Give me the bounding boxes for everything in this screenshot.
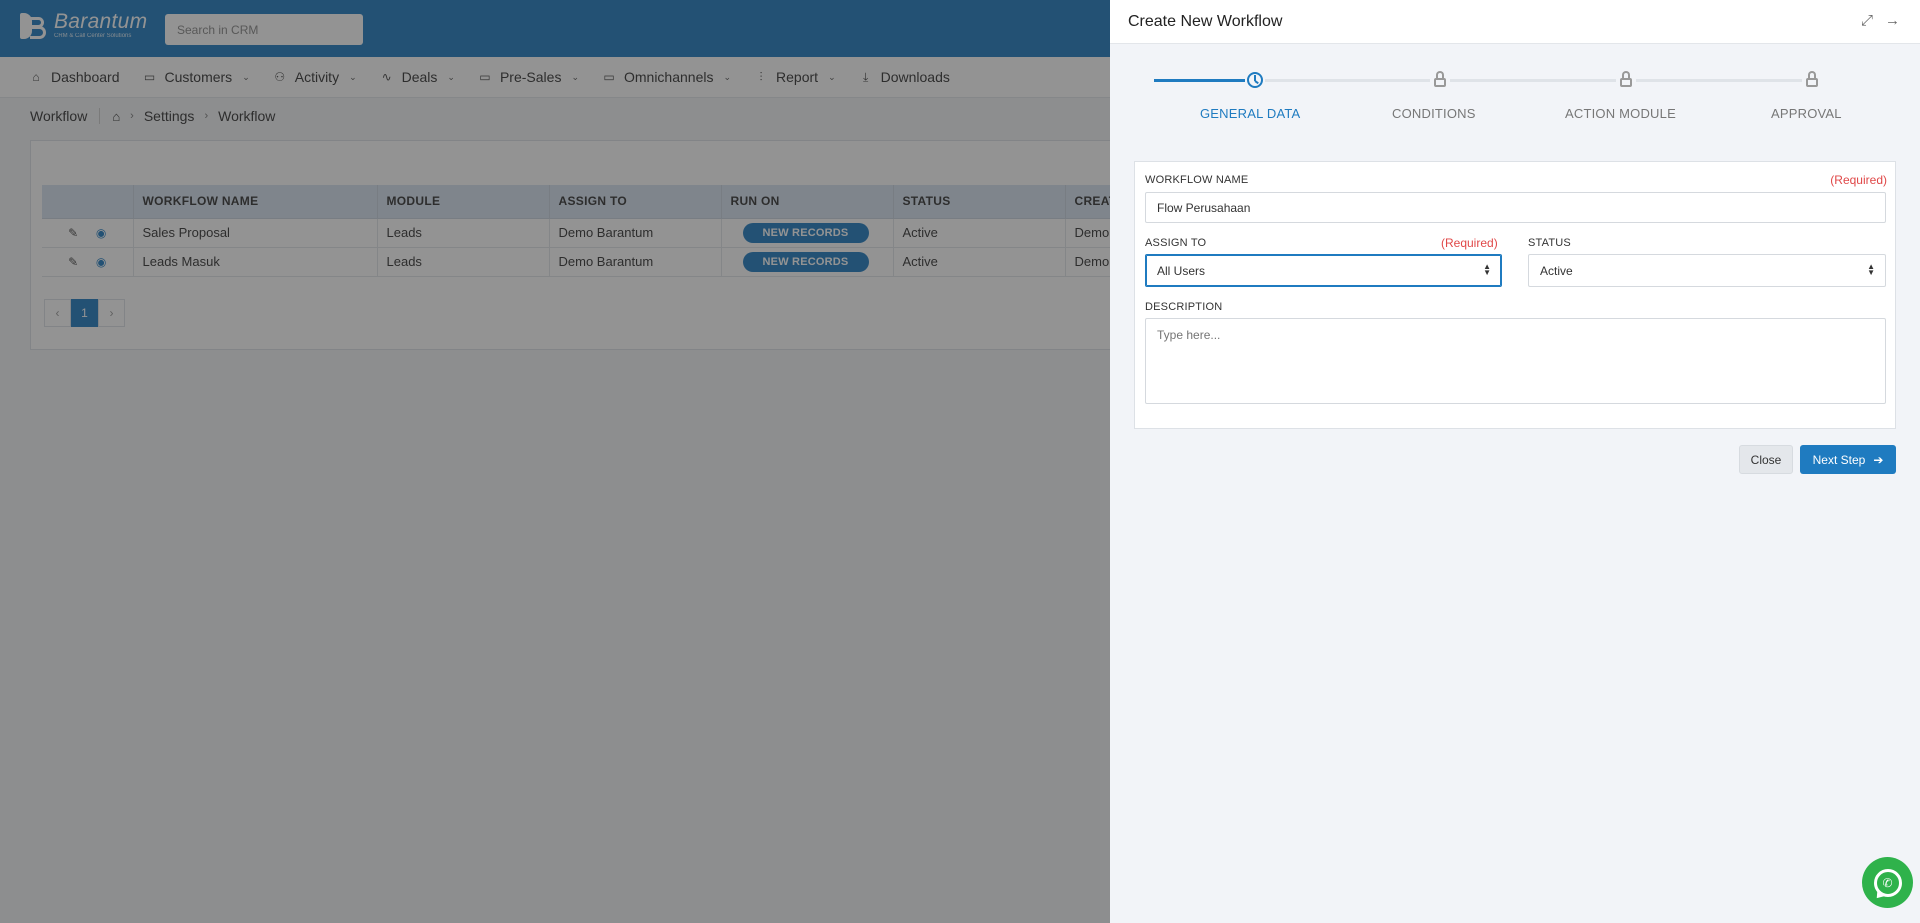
close-button[interactable]: Close — [1739, 445, 1793, 474]
step-general-data[interactable]: GENERAL DATA — [1200, 106, 1300, 121]
workflow-name-label: WORKFLOW NAME — [1145, 174, 1249, 186]
step-action-module: ACTION MODULE — [1565, 106, 1676, 121]
drawer-title: Create New Workflow — [1128, 12, 1283, 30]
create-workflow-drawer: Create New Workflow ⤢ → GENERAL DATA CON… — [1110, 0, 1920, 923]
whatsapp-button[interactable]: ✆ — [1862, 857, 1913, 908]
status-label: STATUS — [1528, 237, 1571, 249]
next-step-button[interactable]: Next Step ➔ — [1800, 445, 1896, 474]
assign-to-select[interactable]: All Users ▲ ▼ — [1145, 254, 1502, 287]
drawer-header: Create New Workflow ⤢ → — [1110, 0, 1920, 44]
clock-icon — [1245, 70, 1265, 90]
arrow-right-icon: ➔ — [1873, 452, 1884, 467]
whatsapp-icon: ✆ — [1873, 868, 1902, 897]
status-value: Active — [1540, 263, 1573, 278]
stepper-progress — [1154, 79, 1255, 82]
lock-icon — [1802, 70, 1822, 90]
general-data-form: WORKFLOW NAME (Required) ASSIGN TO (Requ… — [1134, 161, 1896, 429]
description-label: DESCRIPTION — [1145, 301, 1223, 313]
status-select[interactable]: Active ▲ ▼ — [1528, 254, 1886, 287]
step-approval: APPROVAL — [1771, 106, 1842, 121]
select-arrows-icon: ▲ ▼ — [1483, 262, 1491, 277]
lock-icon — [1430, 70, 1450, 90]
description-textarea[interactable] — [1145, 318, 1886, 404]
select-arrows-icon: ▲ ▼ — [1867, 262, 1875, 277]
lock-icon — [1616, 70, 1636, 90]
step-conditions: CONDITIONS — [1392, 106, 1476, 121]
workflow-stepper: GENERAL DATA CONDITIONS ACTION MODULE AP… — [1110, 44, 1920, 144]
next-step-label: Next Step — [1812, 452, 1866, 467]
assign-to-value: All Users — [1157, 263, 1206, 278]
close-drawer-icon[interactable]: → — [1885, 13, 1900, 29]
assign-to-required: (Required) — [1441, 236, 1498, 250]
expand-icon[interactable]: ⤢ — [1861, 13, 1873, 29]
workflow-name-input[interactable] — [1145, 192, 1886, 223]
workflow-name-required: (Required) — [1830, 173, 1887, 187]
assign-to-label: ASSIGN TO — [1145, 237, 1207, 249]
